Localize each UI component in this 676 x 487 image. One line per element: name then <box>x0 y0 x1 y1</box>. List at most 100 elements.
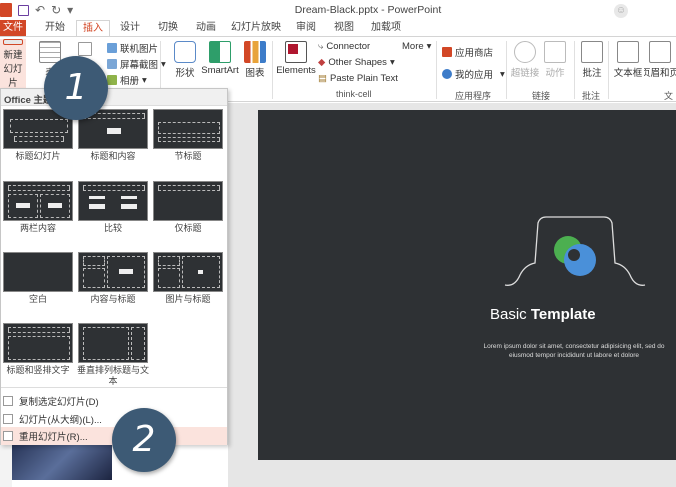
template-logo-graphic <box>504 216 646 286</box>
step-marker-2: 2 <box>112 408 176 472</box>
layout-title-only[interactable]: 仅标题 <box>151 181 225 234</box>
picture-button[interactable] <box>78 42 92 56</box>
hyperlink-label: 超链接 <box>510 68 540 79</box>
photo-album-button[interactable]: 相册 ▾ <box>107 73 147 87</box>
photo-album-icon <box>107 75 117 85</box>
app-store-button[interactable]: 应用商店 <box>442 45 493 59</box>
layout-label: 比较 <box>103 223 122 233</box>
tab-file[interactable]: 文件 <box>0 20 26 36</box>
shapes-icon <box>174 41 196 63</box>
connector-button[interactable]: ⤷ Connector <box>318 41 370 52</box>
online-pictures-button[interactable]: 联机图片 <box>107 41 158 55</box>
slide-thumbnail-image[interactable] <box>12 440 112 480</box>
comment-label: 批注 <box>582 68 602 79</box>
layout-thumbnail <box>78 181 148 221</box>
textbox-icon <box>617 41 639 63</box>
header-footer-button[interactable]: 页眉和页 <box>644 41 676 79</box>
comment-button[interactable]: 批注 <box>578 41 606 79</box>
new-slide-icon <box>3 39 23 45</box>
slides-from-outline-command[interactable]: 幻灯片(从大纲)(L)... <box>1 410 227 428</box>
textbox-button[interactable]: 文本框 <box>612 41 644 79</box>
tab-home[interactable]: 开始 <box>38 20 72 36</box>
more-button[interactable]: More ▾ <box>402 41 431 52</box>
table-icon <box>39 41 61 63</box>
window-title: Dream-Black.pptx - PowerPoint <box>294 4 442 16</box>
slide-title-bold: Template <box>530 306 596 323</box>
layout-comparison[interactable]: 比较 <box>76 181 150 234</box>
layout-label: 节标题 <box>174 151 202 161</box>
layout-thumbnail <box>78 252 148 292</box>
group-label-links: 链接 <box>532 91 551 101</box>
other-shapes-icon: ◆ <box>318 57 326 68</box>
layout-picture-caption[interactable]: 图片与标题 <box>151 252 225 305</box>
screenshot-button[interactable]: 屏幕截图 ▾ <box>107 57 166 71</box>
connector-label: Connector <box>326 41 371 52</box>
action-button[interactable]: 动作 <box>542 41 568 79</box>
tab-insert[interactable]: 插入 <box>76 20 110 37</box>
layout-label: 仅标题 <box>174 223 202 233</box>
elements-icon <box>285 41 307 63</box>
tab-animations[interactable]: 动画 <box>190 20 222 36</box>
layout-content-caption[interactable]: 内容与标题 <box>76 252 150 305</box>
screenshot-label: 屏幕截图 <box>120 60 159 71</box>
outline-icon <box>3 414 13 424</box>
step-marker-1: 1 <box>44 56 108 120</box>
chevron-down-icon: ▾ <box>389 57 395 68</box>
tab-slideshow[interactable]: 幻灯片放映 <box>228 20 284 36</box>
new-slide-button[interactable]: 新建 幻灯片 <box>0 39 26 89</box>
group-label-thinkcell: think-cell <box>336 89 372 99</box>
action-label: 动作 <box>545 68 565 79</box>
divider <box>506 41 507 99</box>
hyperlink-button[interactable]: 超链接 <box>510 41 540 79</box>
screenshot-icon <box>107 59 117 69</box>
divider <box>272 41 273 99</box>
layout-thumbnail <box>153 181 223 221</box>
layout-thumbnail <box>153 109 223 149</box>
elements-button[interactable]: Elements <box>276 41 316 76</box>
tab-view[interactable]: 视图 <box>328 20 360 36</box>
command-label: 重用幻灯片(R)... <box>19 432 88 443</box>
layout-thumbnail <box>3 181 73 221</box>
slide-body-line: eiusmod tempor incididunt ut labore et d… <box>508 352 640 359</box>
header-footer-label: 页眉和页 <box>644 68 676 79</box>
divider <box>1 387 227 388</box>
tab-review[interactable]: 审阅 <box>290 20 322 36</box>
tab-addins[interactable]: 加载项 <box>366 20 406 36</box>
shapes-label: 形状 <box>175 68 195 79</box>
layout-two-content[interactable]: 两栏内容 <box>1 181 75 234</box>
layout-thumbnail <box>3 252 73 292</box>
comment-icon <box>581 41 603 63</box>
tab-design[interactable]: 设计 <box>114 20 146 36</box>
chart-button[interactable]: 图表 <box>242 41 268 79</box>
other-shapes-button[interactable]: ◆ Other Shapes ▾ <box>318 57 395 68</box>
my-apps-button[interactable]: 我的应用 ▾ <box>442 67 505 81</box>
layout-title-vertical-text[interactable]: 标题和竖排文字 <box>1 323 75 376</box>
divider <box>574 41 575 99</box>
layout-section-header[interactable]: 节标题 <box>151 109 225 162</box>
new-slide-label-1: 新建 <box>3 50 23 61</box>
divider <box>608 41 609 99</box>
online-pictures-label: 联机图片 <box>120 44 159 55</box>
textbox-label: 文本框 <box>613 68 643 79</box>
new-slide-layout-gallery: Office 主题 标题幻灯片 标题和内容 节标题 两栏内容 比较 仅标题 空白… <box>0 88 228 445</box>
slide-title[interactable]: Basic Template <box>490 306 596 323</box>
paste-plain-text-button[interactable]: ▤ Paste Plain Text <box>318 73 398 84</box>
store-icon <box>442 47 452 57</box>
smartart-label: SmartArt <box>201 65 239 76</box>
feedback-smiley-icon[interactable]: ☺ <box>614 4 628 18</box>
duplicate-slides-command[interactable]: 复制选定幻灯片(D) <box>1 392 227 410</box>
layout-blank[interactable]: 空白 <box>1 252 75 305</box>
shapes-button[interactable]: 形状 <box>170 41 200 79</box>
layout-vertical-title-text[interactable]: 垂直排列标题与文本 <box>76 323 150 387</box>
slide-body-text[interactable]: Lorem ipsum dolor sit amet, consectetur … <box>472 342 676 360</box>
smartart-button[interactable]: SmartArt <box>200 41 240 76</box>
tab-transitions[interactable]: 切换 <box>152 20 184 36</box>
connector-icon: ⤷ <box>318 41 324 52</box>
ribbon-tabs: 文件 开始 插入 设计 切换 动画 幻灯片放映 审阅 视图 加载项 <box>0 20 676 37</box>
layout-label: 标题和竖排文字 <box>6 365 70 375</box>
layout-thumbnail <box>78 323 148 363</box>
divider <box>436 41 437 99</box>
other-shapes-label: Other Shapes <box>328 57 387 68</box>
duplicate-icon <box>3 396 13 406</box>
layout-label: 垂直排列标题与文本 <box>76 365 149 386</box>
